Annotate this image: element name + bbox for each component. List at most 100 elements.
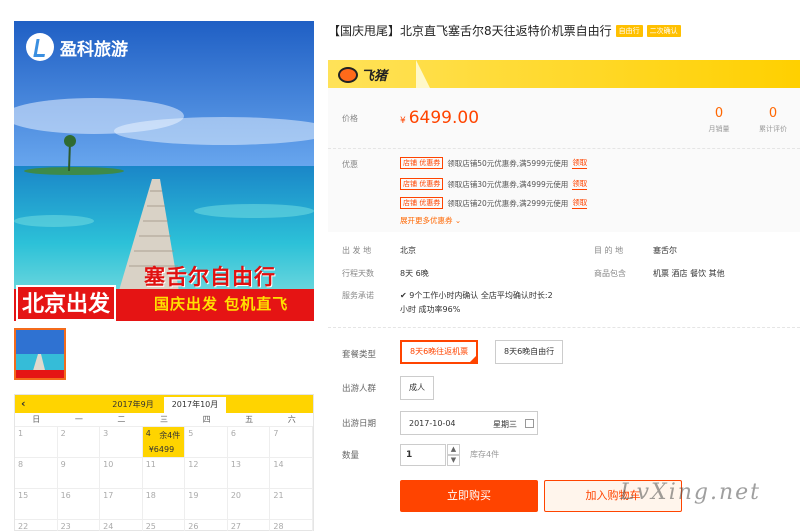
weekday-label: 五 xyxy=(245,415,254,424)
day-stock: 余4件 xyxy=(159,431,181,440)
weekday-label: 二 xyxy=(117,415,126,424)
service-line-2: 小时 成功率96% xyxy=(400,305,461,314)
crowd-option-adult[interactable]: 成人 xyxy=(400,376,434,400)
calendar-day[interactable]: 19 xyxy=(185,489,228,520)
calendar-day[interactable]: 17 xyxy=(100,489,143,520)
calendar-day[interactable]: 1 xyxy=(15,427,58,458)
calendar-tab-october[interactable]: 2017年10月 xyxy=(164,397,226,413)
quantity-input[interactable]: 1 xyxy=(400,444,446,466)
coupon-item: 店铺 优惠券 领取店铺50元优惠券,满5999元使用 领取 xyxy=(400,157,588,169)
calendar-day[interactable]: 18 xyxy=(142,489,186,520)
quantity-increase-icon[interactable]: ▲ xyxy=(447,444,460,455)
calendar-day[interactable]: 14 xyxy=(270,458,313,489)
destination-label: 目 的 地 xyxy=(594,246,624,255)
calendar-weekdays: 日 一 二 三 四 五 六 xyxy=(15,413,313,427)
coupon-text: 领取店铺30元优惠券,满4999元使用 xyxy=(447,179,569,189)
calendar-day[interactable]: 15 xyxy=(15,489,58,520)
destination-value: 塞舌尔 xyxy=(653,246,677,255)
calendar-day[interactable]: 11 xyxy=(142,458,186,489)
calendar-header: ‹ 2017年9月 2017年10月 xyxy=(15,395,313,413)
watermark: LvXing.net xyxy=(620,480,762,505)
calendar-day[interactable]: 8 xyxy=(15,458,58,489)
coupon-tag: 店铺 优惠券 xyxy=(400,157,444,169)
calendar-day[interactable]: 3 xyxy=(100,427,143,458)
promo-tags: 国庆出发 包机直飞 xyxy=(154,295,289,313)
expand-coupons-link[interactable]: 展开更多优惠券 ⌄ xyxy=(400,215,461,226)
quantity-decrease-icon[interactable]: ▼ xyxy=(447,455,460,466)
calendar-day[interactable]: 28 xyxy=(270,520,313,531)
date-picker[interactable]: 2017-10-04 星期三 xyxy=(400,411,538,435)
coupon-item: 店铺 优惠券 领取店铺30元优惠券,满4999元使用 领取 xyxy=(400,178,588,190)
brand-logo: 盈科旅游 xyxy=(26,33,128,61)
thumbnail-image xyxy=(16,330,64,378)
calendar-day[interactable]: 16 xyxy=(57,489,101,520)
quantity-label: 数量 xyxy=(342,451,360,461)
monthly-sales-count: 0 xyxy=(714,106,724,121)
departure-label: 出 发 地 xyxy=(342,246,372,255)
coupon-label: 优惠 xyxy=(342,160,358,169)
departure-calendar: ‹ 2017年9月 2017年10月 日 一 二 三 四 五 六 1 2 3 4… xyxy=(14,394,314,531)
brand-name: 盈科旅游 xyxy=(60,39,128,60)
review-count[interactable]: 0 累计评价 xyxy=(748,106,798,134)
tag-reconfirm: 二次确认 xyxy=(646,24,681,37)
weekday-label: 四 xyxy=(202,415,211,424)
days-value: 8天 6晚 xyxy=(400,269,429,278)
price-label: 价格 xyxy=(342,114,358,123)
chevron-left-icon[interactable]: ‹ xyxy=(21,397,26,410)
calendar-day[interactable]: 20 xyxy=(227,489,271,520)
coupon-panel: 优惠 店铺 优惠券 领取店铺50元优惠券,满5999元使用 领取 店铺 优惠券 … xyxy=(328,148,800,232)
monthly-sales-label: 月销量 xyxy=(708,125,730,133)
coupon-tag: 店铺 优惠券 xyxy=(400,197,444,209)
coupon-item: 店铺 优惠券 领取店铺20元优惠券,满2999元使用 领取 xyxy=(400,197,588,209)
calendar-day[interactable]: 22 xyxy=(15,520,58,531)
calendar-day[interactable]: 21 xyxy=(270,489,313,520)
calendar-day[interactable]: 7 xyxy=(270,427,313,458)
product-thumbnail[interactable] xyxy=(14,328,66,380)
departure-value: 北京 xyxy=(400,246,416,255)
days-label: 行程天数 xyxy=(342,269,374,278)
day-price: ¥6499 xyxy=(148,445,175,454)
buy-now-button[interactable]: 立即购买 xyxy=(400,480,538,512)
package-option-free-travel[interactable]: 8天6晚自由行 xyxy=(495,340,564,364)
product-title-text: 【国庆甩尾】北京直飞塞舌尔8天往返特价机票自由行 xyxy=(328,24,612,38)
date-label: 出游日期 xyxy=(342,419,377,429)
weekday-label: 三 xyxy=(159,415,168,424)
calendar-day[interactable]: 27 xyxy=(228,520,271,531)
calendar-day[interactable]: 26 xyxy=(185,520,228,531)
calendar-day[interactable]: 2 xyxy=(57,427,101,458)
calendar-day[interactable]: 10 xyxy=(100,458,143,489)
price-amount: 6499.00 xyxy=(408,108,480,128)
claim-coupon-link[interactable]: 领取 xyxy=(572,197,588,209)
package-option-flight[interactable]: 8天6晚往返机票 xyxy=(400,340,479,364)
brand-mark-icon xyxy=(26,33,54,61)
stock-text: 库存4件 xyxy=(470,450,500,459)
review-count-label: 累计评价 xyxy=(759,125,787,133)
check-circle-icon: ✔ xyxy=(400,291,410,300)
includes-label: 商品包含 xyxy=(594,269,626,278)
includes-value: 机票 酒店 餐饮 其他 xyxy=(653,269,725,278)
product-title: 【国庆甩尾】北京直飞塞舌尔8天往返特价机票自由行 自由行 二次确认 xyxy=(328,22,681,39)
claim-coupon-link[interactable]: 领取 xyxy=(572,178,588,190)
promo-city: 北京出发 xyxy=(16,285,117,321)
calendar-day[interactable]: 12 xyxy=(185,458,228,489)
package-label: 套餐类型 xyxy=(342,350,377,360)
calendar-day[interactable]: 9 xyxy=(57,458,101,489)
price-value: ¥6499.00 xyxy=(400,108,479,128)
calendar-tab-september[interactable]: 2017年9月 xyxy=(102,397,164,413)
service-label: 服务承诺 xyxy=(342,291,374,300)
calendar-day[interactable]: 23 xyxy=(58,520,101,531)
service-line-1: ✔ 9个工作小时内确认 全店平均确认时长:2 xyxy=(400,290,553,301)
calendar-day[interactable]: 25 xyxy=(143,520,186,531)
calendar-day[interactable]: 24 xyxy=(100,520,143,531)
promo-title: 塞舌尔自由行 xyxy=(144,265,276,289)
calendar-day-selected[interactable]: 4 余4件 ¥6499 xyxy=(142,427,186,458)
claim-coupon-link[interactable]: 领取 xyxy=(572,157,588,169)
service-text-1: 9个工作小时内确认 全店平均确认时长:2 xyxy=(409,291,553,300)
calendar-day[interactable]: 5 xyxy=(185,427,228,458)
coupon-text: 领取店铺20元优惠券,满2999元使用 xyxy=(447,198,569,208)
calendar-day[interactable]: 13 xyxy=(227,458,271,489)
crowd-label: 出游人群 xyxy=(342,384,377,394)
date-value: 2017-10-04 xyxy=(409,419,456,428)
calendar-day[interactable]: 6 xyxy=(227,427,271,458)
weekday-label: 一 xyxy=(74,415,83,424)
